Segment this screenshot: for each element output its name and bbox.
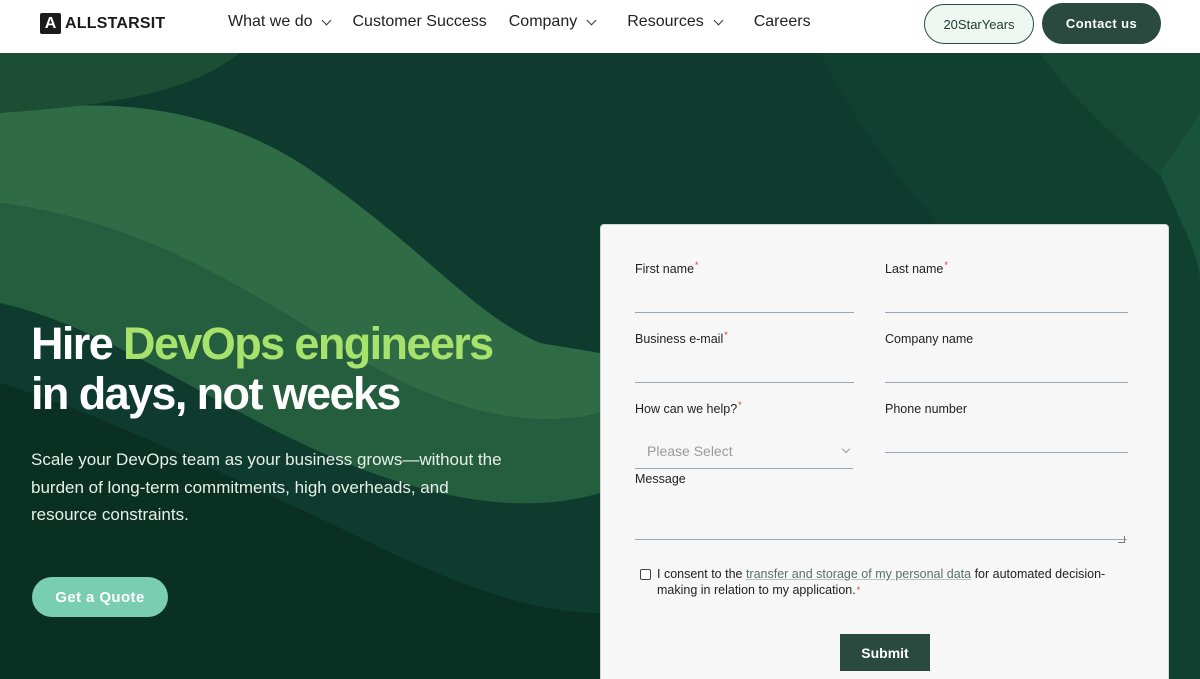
nav-item-resources[interactable]: Resources <box>627 13 724 31</box>
hero-subtext: Scale your DevOps team as your business … <box>31 450 502 524</box>
site-header: A ALLSTARSIT What we do Customer Success… <box>0 0 1200 53</box>
nav-item-company[interactable]: Company <box>508 13 597 31</box>
logo-mark-icon: A <box>40 13 61 34</box>
nav-item-customer-success[interactable]: Customer Success <box>352 13 486 31</box>
first-name-field: First name* <box>635 260 854 315</box>
first-name-input[interactable] <box>635 289 854 313</box>
phone-label: Phone number <box>885 402 968 416</box>
business-email-field: Business e-mail* <box>635 330 854 385</box>
consent-checkbox[interactable] <box>640 569 651 580</box>
last-name-label: Last name* <box>885 260 948 276</box>
submit-button[interactable]: Submit <box>840 634 930 671</box>
chevron-down-icon <box>586 15 597 25</box>
privacy-link[interactable]: transfer and storage of my personal data <box>746 567 971 581</box>
contact-form: First name* Last name* Business e-mail* … <box>600 224 1169 679</box>
logo-text: ALLSTARSIT <box>65 14 166 32</box>
message-field: Message <box>635 470 1127 546</box>
logo[interactable]: A ALLSTARSIT <box>40 13 165 34</box>
hero-headline: Hire DevOps engineers in days, not weeks <box>31 318 494 419</box>
how-help-select[interactable]: Please Select <box>635 433 853 469</box>
headline-accent: DevOps engineers <box>123 318 494 369</box>
contact-us-button[interactable]: Contact us <box>1042 3 1161 44</box>
nav-label: Resources <box>627 13 704 30</box>
main-nav: What we do Customer Success Company Reso… <box>228 13 833 31</box>
headline-part-1: Hire <box>31 318 124 369</box>
get-quote-button[interactable]: Get a Quote <box>32 577 168 617</box>
chevron-down-icon <box>841 444 851 454</box>
how-help-field: How can we help?* Please Select <box>635 400 854 470</box>
chevron-down-icon <box>713 15 724 25</box>
nav-item-what-we-do[interactable]: What we do <box>228 13 332 31</box>
last-name-field: Last name* <box>885 260 1128 315</box>
consent-row: I consent to the transfer and storage of… <box>640 567 1110 598</box>
company-name-input[interactable] <box>885 359 1128 383</box>
star-years-button[interactable]: 20StarYears <box>924 4 1034 44</box>
select-value: Please Select <box>647 442 733 459</box>
how-help-label: How can we help?* <box>635 400 742 416</box>
company-name-field: Company name <box>885 330 1128 385</box>
message-wrapper <box>635 470 1127 546</box>
nav-item-careers[interactable]: Careers <box>754 13 811 31</box>
headline-part-2: in days, not weeks <box>31 368 401 419</box>
first-name-label: First name* <box>635 260 699 276</box>
message-textarea[interactable] <box>635 494 1127 540</box>
nav-label: Customer Success <box>352 13 487 30</box>
company-name-label: Company name <box>885 332 974 346</box>
resize-handle-icon[interactable] <box>1118 536 1125 543</box>
phone-field: Phone number <box>885 400 1128 455</box>
phone-input[interactable] <box>885 429 1128 453</box>
business-email-input[interactable] <box>635 359 854 383</box>
business-email-label: Business e-mail* <box>635 330 728 346</box>
chevron-down-icon <box>322 15 332 25</box>
nav-label: What we do <box>228 13 313 30</box>
nav-label: Careers <box>753 13 811 30</box>
nav-label: Company <box>508 13 578 30</box>
consent-text: I consent to the transfer and storage of… <box>657 567 1106 597</box>
last-name-input[interactable] <box>885 289 1128 313</box>
